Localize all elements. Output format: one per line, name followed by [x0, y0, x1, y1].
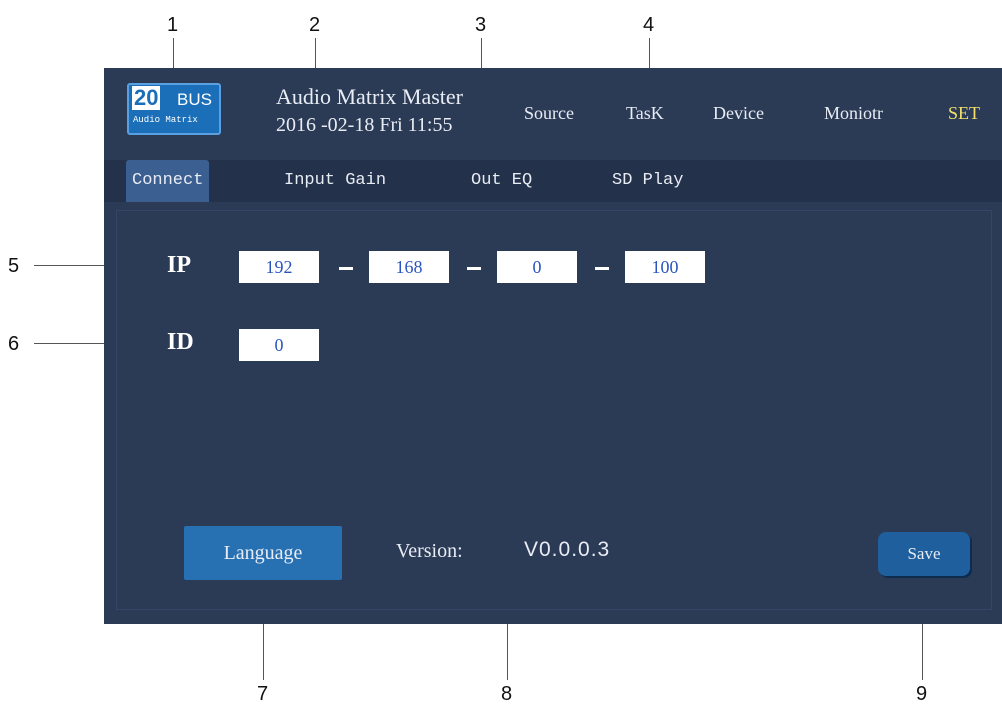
version-label: Version:	[396, 540, 463, 562]
tab-out-eq[interactable]: Out EQ	[471, 160, 532, 202]
ip-label: IP	[167, 252, 191, 278]
tab-sd-play[interactable]: SD Play	[612, 160, 683, 202]
callout-number-8: 8	[501, 683, 513, 705]
app-logo: 20 BUS Audio Matrix	[127, 83, 221, 135]
callout-number-7: 7	[257, 683, 269, 705]
logo-number: 20	[132, 85, 161, 110]
callout-number-4: 4	[643, 14, 655, 36]
device-screen: 20 BUS Audio Matrix Audio Matrix Master …	[104, 68, 1002, 624]
tab-input-gain[interactable]: Input Gain	[284, 160, 386, 202]
settings-tab-bar: Connect Input Gain Out EQ SD Play	[104, 160, 1002, 202]
ip-octet-3-field[interactable]: 0	[497, 251, 577, 283]
callout-number-2: 2	[309, 14, 321, 36]
app-title: Audio Matrix Master	[276, 84, 463, 109]
menu-source[interactable]: Source	[524, 103, 574, 124]
tab-connect[interactable]: Connect	[126, 160, 210, 202]
ip-separator-1	[339, 267, 353, 270]
logo-subtitle: Audio Matrix	[133, 115, 198, 125]
version-value: V0.0.0.3	[524, 538, 611, 561]
id-label: ID	[167, 329, 194, 355]
ip-octet-2-field[interactable]: 168	[369, 251, 449, 283]
callout-number-6: 6	[8, 333, 20, 355]
callout-number-9: 9	[916, 683, 928, 705]
logo-word: BUS	[177, 90, 212, 109]
menu-monitor[interactable]: Moniotr	[824, 103, 883, 124]
language-button[interactable]: Language	[184, 526, 342, 580]
ip-separator-2	[467, 267, 481, 270]
ip-separator-3	[595, 267, 609, 270]
callout-number-5: 5	[8, 255, 20, 277]
menu-task[interactable]: TasK	[626, 103, 664, 124]
ip-octet-4-field[interactable]: 100	[625, 251, 705, 283]
menu-set[interactable]: SET	[948, 103, 980, 124]
callout-number-3: 3	[475, 14, 487, 36]
save-button[interactable]: Save	[878, 532, 970, 576]
callout-number-1: 1	[167, 14, 179, 36]
menu-device[interactable]: Device	[713, 103, 764, 124]
id-field[interactable]: 0	[239, 329, 319, 361]
ip-octet-1-field[interactable]: 192	[239, 251, 319, 283]
datetime-display: 2016 -02-18 Fri 11:55	[276, 114, 453, 136]
